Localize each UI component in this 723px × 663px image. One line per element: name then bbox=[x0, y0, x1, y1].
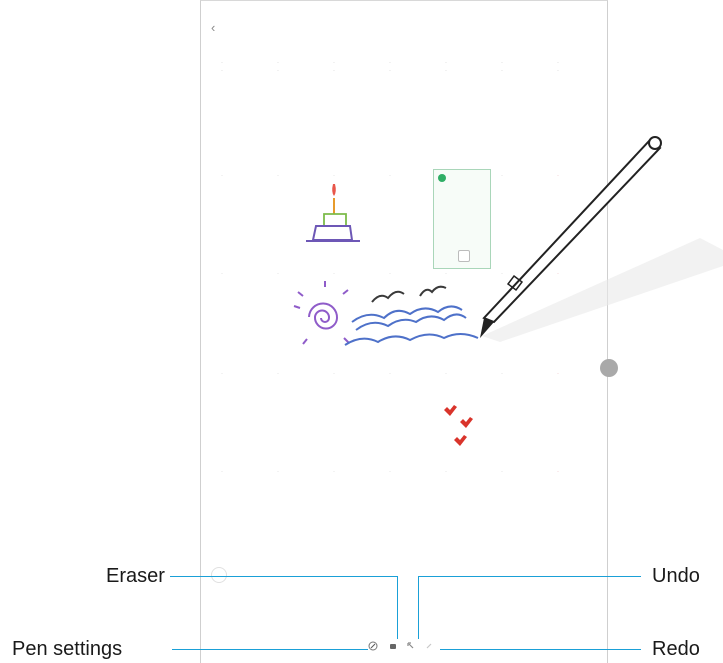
undo-callout-connector bbox=[418, 576, 419, 639]
cake-drawing bbox=[306, 184, 360, 242]
s-pen-stylus bbox=[480, 136, 723, 342]
undo-callout-line bbox=[418, 576, 641, 577]
eraser-callout-connector bbox=[397, 576, 398, 639]
redo-callout-line bbox=[440, 649, 641, 650]
redo-label: Redo bbox=[652, 638, 700, 660]
waves-drawing bbox=[344, 305, 479, 346]
birds-drawing bbox=[371, 285, 447, 303]
pen-settings-label: Pen settings bbox=[12, 638, 123, 660]
handwriting-drawings bbox=[293, 136, 723, 446]
eraser-callout-line bbox=[170, 576, 398, 577]
hearts-drawing bbox=[444, 405, 473, 446]
sun-drawing bbox=[293, 281, 350, 345]
pen-settings-callout-line bbox=[172, 649, 368, 650]
eraser-label: Eraser bbox=[106, 565, 165, 587]
undo-label: Undo bbox=[652, 565, 700, 587]
